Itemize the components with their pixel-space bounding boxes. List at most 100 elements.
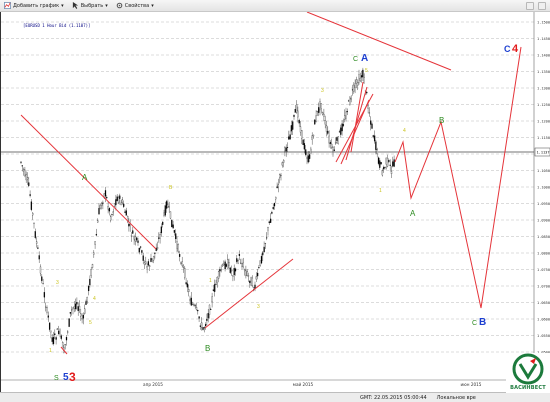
candle-body [250, 277, 252, 286]
candle-body [243, 269, 246, 272]
candle-body [163, 212, 165, 216]
candle-body [133, 236, 135, 240]
candle-body [120, 202, 122, 206]
candle-body [107, 205, 109, 210]
candle-body [285, 147, 287, 152]
candle-body [346, 111, 348, 113]
trend-line [20, 114, 157, 250]
wave-sublabel: 1 [209, 278, 212, 284]
candle-body [56, 328, 59, 331]
candle-body [24, 169, 26, 176]
candle-body [39, 266, 42, 274]
candle-body [262, 252, 264, 256]
price-chart[interactable]: 1.1500 1.1450 1.1400 1.1350 1.1300 1.1250 1.12… [0, 11, 550, 392]
candle-body [366, 91, 368, 94]
cursor-icon [72, 2, 78, 9]
candle-body [389, 164, 391, 166]
y-tick-label: 1.1150 [537, 136, 550, 140]
candle-body [102, 202, 104, 204]
candle-body [376, 149, 378, 155]
candle-body [255, 276, 257, 280]
candle-body [295, 104, 298, 113]
candle-body [37, 247, 39, 249]
select-button[interactable]: Выбрать ▾ [68, 0, 112, 12]
chart-canvas: 1.1500 1.1450 1.1400 1.1350 1.1300 1.1250 1.12… [1, 11, 550, 387]
candle-body [256, 272, 259, 277]
properties-button[interactable]: Свойства ▾ [112, 0, 158, 12]
candle-body [225, 264, 228, 267]
candle-body [46, 307, 48, 313]
candle-body [215, 283, 217, 285]
wave-label-3: 3 [69, 370, 76, 384]
candle-body [188, 289, 190, 293]
wave-sublabel: 3 [56, 280, 59, 286]
candle-body [178, 254, 181, 257]
candle-body [289, 134, 291, 140]
candle-body [386, 157, 389, 167]
gmt-time: GMT: 22.05.2015 05:00:44 [360, 394, 427, 401]
y-tick-label: 1.0750 [537, 268, 550, 272]
candle-body [181, 261, 183, 266]
maximize-button[interactable] [538, 1, 546, 10]
candle-body [203, 327, 205, 329]
candle-body [383, 167, 385, 170]
candle-body [160, 226, 163, 234]
candle-body [139, 246, 142, 248]
candle-body [145, 261, 147, 264]
candle-body [141, 250, 143, 253]
candle-body [325, 125, 328, 132]
candle-body [143, 262, 146, 265]
y-tick-label: 1.1050 [537, 169, 550, 173]
candle-body [381, 170, 384, 176]
candle-body [84, 308, 86, 314]
candle-body [68, 318, 70, 327]
candle-body [113, 203, 116, 207]
candle-body [28, 182, 30, 186]
candle-body [29, 194, 31, 196]
wave-sublabel: 4 [403, 128, 406, 134]
candle-body [195, 307, 198, 310]
y-tick-label: 1.0800 [537, 252, 550, 256]
candle-body [32, 212, 34, 216]
wave-label-4: 4 [512, 43, 519, 55]
candle-body [347, 100, 350, 102]
candle-body [306, 157, 308, 159]
wave-label-c: C [353, 56, 358, 63]
candle-body [372, 135, 374, 137]
candle-body [202, 327, 204, 330]
candle-body [331, 143, 333, 148]
wave-label-a: A [82, 173, 88, 182]
candle-body [349, 96, 351, 105]
candle-body [206, 318, 208, 321]
candle-body [240, 262, 242, 264]
chart-icon [4, 2, 11, 9]
add-chart-button[interactable]: Добавить график ▾ [0, 0, 68, 12]
candle-body [41, 276, 43, 281]
candle-body [154, 252, 156, 254]
candle-body [273, 202, 276, 207]
y-tick-label: 1.0650 [537, 301, 550, 305]
candle-body [390, 171, 393, 175]
candle-body [293, 115, 295, 117]
candle-body [302, 139, 304, 146]
candle-body [43, 292, 46, 298]
candle-body [164, 205, 166, 216]
candles [20, 67, 395, 354]
candle-body [333, 149, 335, 151]
candle-body [305, 149, 307, 155]
zoom-button[interactable] [526, 1, 534, 10]
candle-body [91, 264, 94, 268]
candle-body [228, 262, 230, 266]
candle-body [58, 330, 60, 335]
candle-body [246, 271, 248, 276]
properties-label: Свойства [124, 2, 150, 9]
wave-label-a: A [410, 209, 416, 218]
candle-body [230, 270, 233, 272]
candle-body [292, 121, 294, 130]
y-tick-label: 1.0900 [537, 219, 550, 223]
candle-body [345, 111, 347, 119]
candle-body [220, 269, 222, 271]
candle-body [35, 241, 38, 244]
logo-emblem [512, 353, 544, 385]
wave-sublabel: B [169, 185, 173, 191]
